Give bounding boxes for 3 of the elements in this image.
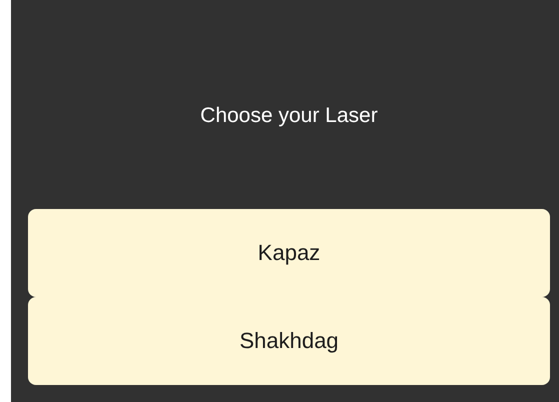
- laser-option-button[interactable]: Shakhdag: [28, 297, 550, 385]
- laser-option-button[interactable]: Kapaz: [28, 209, 550, 297]
- dialog-title: Choose your Laser: [200, 104, 378, 128]
